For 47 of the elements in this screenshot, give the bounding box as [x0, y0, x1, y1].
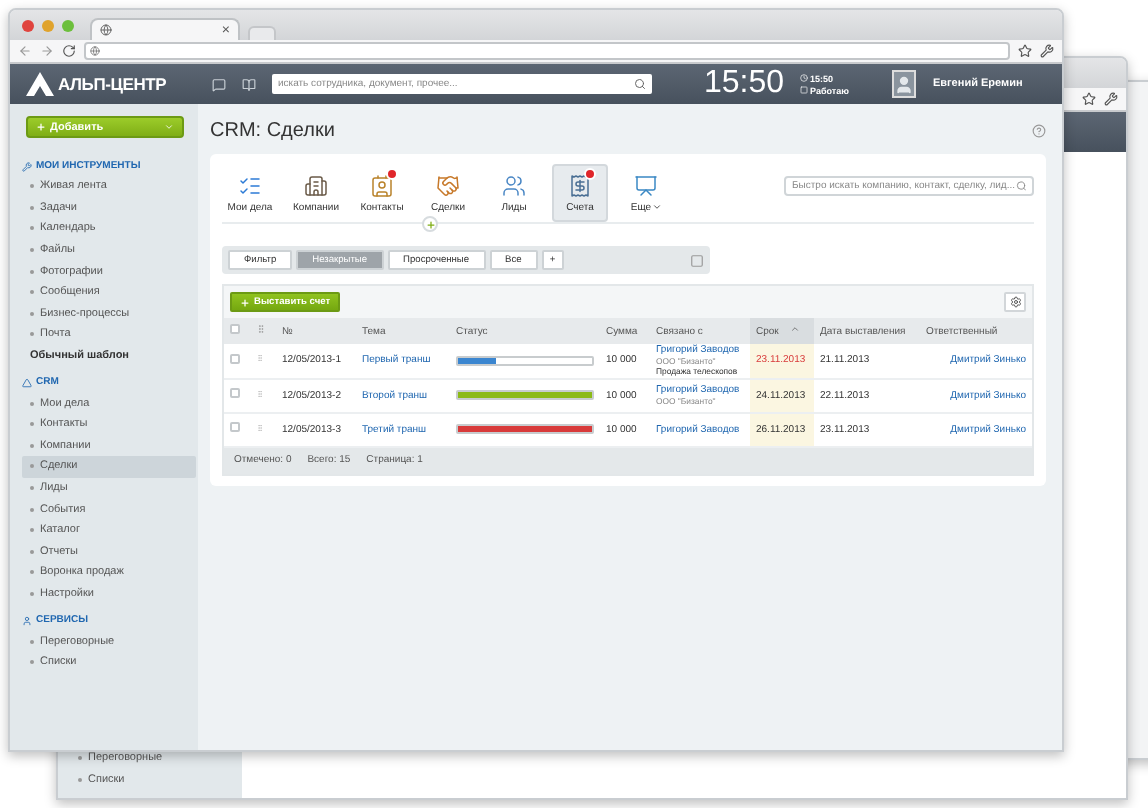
row-checkbox[interactable]: [230, 353, 240, 364]
maximize-window-icon[interactable]: [62, 19, 74, 31]
settings-button[interactable]: [1004, 292, 1026, 312]
receipt-icon: [568, 173, 592, 197]
mountain-logo-icon: [26, 72, 54, 96]
star-icon[interactable]: [1018, 44, 1032, 58]
clock-icon: [800, 74, 809, 82]
triangle-icon: [22, 377, 32, 388]
sort-icon: [790, 324, 801, 334]
search-icon: [634, 78, 646, 90]
square-icon: [800, 86, 809, 94]
person-icon: [22, 615, 32, 626]
logo-text: АЛЬП-ЦЕНТР: [58, 74, 167, 94]
search-icon: [1015, 180, 1026, 192]
book-icon[interactable]: [242, 77, 256, 91]
globe-icon: [90, 46, 100, 56]
handshake-icon: [436, 173, 460, 197]
contact-card-icon: [370, 173, 394, 197]
avatar-silhouette[interactable]: [892, 70, 917, 98]
presentation-icon: [634, 173, 658, 197]
chat-icon[interactable]: [212, 77, 226, 91]
caret-icon: [164, 122, 174, 132]
back-icon[interactable]: [18, 44, 32, 58]
clock-time: 15:50: [704, 66, 785, 102]
plus-icon: [240, 297, 250, 307]
forward-icon[interactable]: [40, 44, 54, 58]
add-icon[interactable]: [422, 216, 438, 232]
caret-icon: [651, 202, 662, 212]
close-window-icon[interactable]: [22, 19, 34, 31]
help-icon[interactable]: [1032, 123, 1046, 137]
wrench-icon: [22, 161, 32, 171]
row-checkbox[interactable]: [230, 388, 240, 398]
plus-icon: [36, 122, 46, 132]
globe-icon: [100, 24, 112, 36]
checklist-icon: [238, 173, 262, 197]
new-tab-button[interactable]: [248, 26, 276, 40]
wrench-icon[interactable]: [1104, 92, 1118, 106]
people-icon: [502, 173, 526, 197]
row-checkbox[interactable]: [230, 422, 240, 432]
wrench-icon[interactable]: [1040, 44, 1054, 58]
select-all-checkbox[interactable]: [230, 324, 240, 334]
building-icon: [304, 173, 328, 197]
reload-icon[interactable]: [62, 44, 76, 58]
square-icon[interactable]: [690, 253, 704, 267]
minimize-window-icon[interactable]: [42, 19, 54, 31]
star-icon[interactable]: [1082, 92, 1096, 106]
page-title: CRM: Сделки: [210, 119, 335, 141]
